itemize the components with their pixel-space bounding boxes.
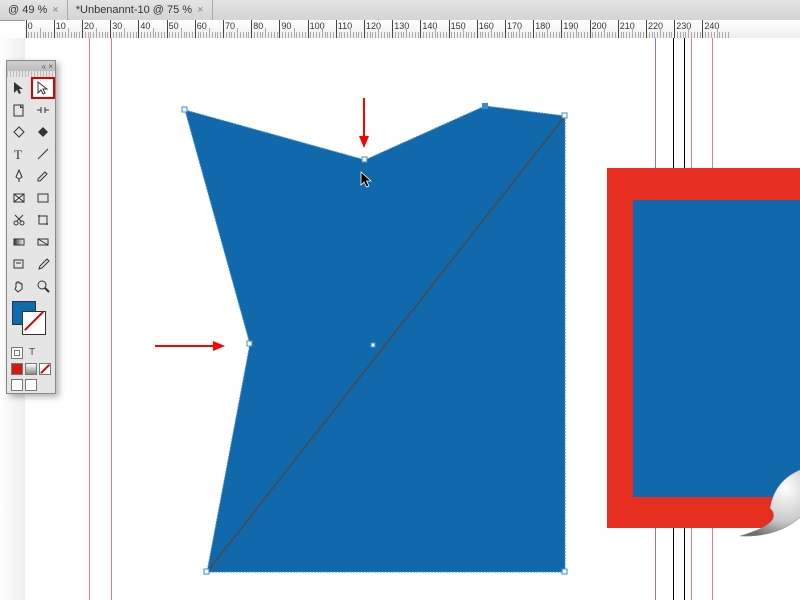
default-swap-row: T bbox=[7, 345, 55, 361]
preview-view-icon[interactable] bbox=[25, 379, 37, 391]
gradient-swatch-tool[interactable] bbox=[7, 231, 31, 253]
tab-doc-2[interactable]: *Unbenannt-10 @ 75 % × bbox=[68, 0, 213, 20]
formatting-container-icon[interactable] bbox=[11, 347, 23, 359]
view-mode-row bbox=[7, 377, 55, 393]
rectangle-frame-tool[interactable] bbox=[7, 187, 31, 209]
tools-panel[interactable]: « × T T bbox=[6, 60, 56, 394]
formatting-text-icon[interactable]: T bbox=[29, 347, 35, 359]
direct-selection-tool[interactable] bbox=[31, 77, 55, 99]
hand-tool[interactable] bbox=[7, 275, 31, 297]
type-tool[interactable]: T bbox=[7, 143, 31, 165]
close-icon[interactable]: × bbox=[197, 4, 203, 16]
tab-label: @ 49 % bbox=[8, 4, 47, 16]
apply-none-swatch[interactable] bbox=[39, 363, 51, 375]
apply-color-swatch[interactable] bbox=[11, 363, 23, 375]
canvas[interactable] bbox=[25, 38, 800, 600]
tab-label: *Unbenannt-10 @ 75 % bbox=[76, 4, 192, 16]
zoom-tool[interactable] bbox=[31, 275, 55, 297]
cursor-pointer-icon bbox=[360, 171, 374, 189]
scissors-tool[interactable] bbox=[7, 209, 31, 231]
pencil-tool[interactable] bbox=[31, 165, 55, 187]
normal-view-icon[interactable] bbox=[11, 379, 23, 391]
pen-tool[interactable] bbox=[7, 165, 31, 187]
gradient-feather-tool[interactable] bbox=[31, 231, 55, 253]
svg-text:T: T bbox=[14, 147, 22, 161]
rectangle-tool[interactable] bbox=[31, 187, 55, 209]
tab-doc-1[interactable]: @ 49 % × bbox=[0, 0, 68, 20]
content-collector-tool[interactable] bbox=[7, 121, 31, 143]
page-tool[interactable] bbox=[7, 99, 31, 121]
apply-gradient-swatch[interactable] bbox=[25, 363, 37, 375]
stroke-swatch[interactable] bbox=[22, 311, 46, 335]
ruler-horizontal[interactable]: 3020100102030405060708090100110120130140… bbox=[25, 20, 800, 39]
panel-header[interactable]: « × bbox=[7, 61, 55, 71]
gap-tool[interactable] bbox=[31, 99, 55, 121]
collapse-icon[interactable]: « × bbox=[42, 62, 53, 71]
document-tabs: @ 49 % × *Unbenannt-10 @ 75 % × bbox=[0, 0, 800, 21]
line-tool[interactable] bbox=[31, 143, 55, 165]
fill-stroke-swatches[interactable] bbox=[7, 297, 55, 345]
page-curl-icon bbox=[735, 468, 800, 538]
selection-tool[interactable] bbox=[7, 77, 31, 99]
blue-polygon[interactable] bbox=[25, 38, 800, 600]
note-tool[interactable] bbox=[7, 253, 31, 275]
content-placer-tool[interactable] bbox=[31, 121, 55, 143]
apply-row bbox=[7, 361, 55, 377]
free-transform-tool[interactable] bbox=[31, 209, 55, 231]
close-icon[interactable]: × bbox=[52, 4, 58, 16]
eyedropper-tool[interactable] bbox=[31, 253, 55, 275]
